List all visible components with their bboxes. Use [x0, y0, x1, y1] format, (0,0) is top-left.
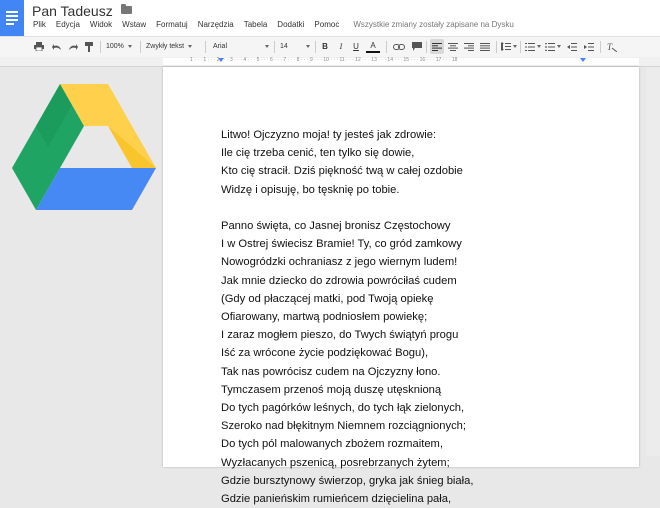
text-line[interactable]: Wyzłacanych pszenicą, posrebrzanych żyte… — [221, 454, 473, 472]
clear-formatting-icon[interactable]: T — [605, 39, 619, 54]
menu-file[interactable]: Plik — [33, 20, 46, 29]
ruler-numbers: 1 · · · 1 · · · 2 · · · 3 · · · 4 · · · … — [190, 57, 458, 63]
align-right-icon[interactable] — [462, 39, 476, 54]
text-color-label: A — [370, 40, 376, 50]
document-title[interactable]: Pan Tadeusz — [32, 3, 113, 19]
style-select[interactable]: Zwykły tekst — [146, 39, 198, 54]
menu-format[interactable]: Formatuj — [156, 20, 188, 29]
menu-addons[interactable]: Dodatki — [277, 20, 304, 29]
right-indent-marker[interactable] — [580, 58, 586, 62]
align-center-icon[interactable] — [446, 39, 460, 54]
menu-insert[interactable]: Wstaw — [122, 20, 146, 29]
increase-indent-icon[interactable] — [582, 39, 596, 54]
text-line[interactable]: Do tych pól malowanych zbożem rozmaitem, — [221, 435, 473, 453]
text-line[interactable]: Ile cię trzeba cenić, ten tylko się dowi… — [221, 144, 473, 162]
decrease-indent-icon[interactable] — [565, 39, 579, 54]
text-line[interactable]: Iść za wrócone życie podziękować Bogu), — [221, 344, 473, 362]
paint-format-icon[interactable] — [82, 39, 96, 54]
underline-button[interactable]: U — [351, 39, 361, 54]
italic-button[interactable]: I — [336, 39, 346, 54]
text-line[interactable]: Jak mnie dziecko do zdrowia powróciłaś c… — [221, 272, 473, 290]
font-select[interactable]: Arial — [213, 39, 269, 54]
redo-icon[interactable] — [66, 39, 80, 54]
style-value: Zwykły tekst — [146, 43, 185, 50]
text-line[interactable]: Szeroko nad błękitnym Niemnem rozciągnio… — [221, 417, 473, 435]
bold-button[interactable]: B — [320, 39, 330, 54]
text-line[interactable]: Litwo! Ojczyzno moja! ty jesteś jak zdro… — [221, 126, 473, 144]
svg-text:T: T — [607, 42, 613, 52]
text-line[interactable]: I w Ostrej świecisz Bramie! Ty, co gród … — [221, 235, 473, 253]
folder-icon[interactable] — [121, 4, 132, 14]
text-line[interactable]: Gdzie bursztynowy świerzop, gryka jak śn… — [221, 472, 473, 490]
zoom-select[interactable]: 100% — [106, 39, 136, 54]
font-size-select[interactable]: 14 — [280, 39, 310, 54]
print-icon[interactable] — [32, 39, 46, 54]
menu-help[interactable]: Pomoc — [314, 20, 339, 29]
align-justify-icon[interactable] — [478, 39, 492, 54]
comment-icon[interactable] — [410, 39, 424, 54]
document-body[interactable]: Litwo! Ojczyzno moja! ty jesteś jak zdro… — [221, 126, 473, 508]
text-line[interactable]: Kto cię stracił. Dziś piękność twą w cał… — [221, 162, 473, 180]
align-left-icon[interactable] — [430, 39, 444, 54]
text-line[interactable]: Tak nas powrócisz cudem na Ojczyzny łono… — [221, 363, 473, 381]
link-icon[interactable] — [392, 39, 406, 54]
blank-line[interactable] — [221, 199, 473, 217]
numbered-list-icon[interactable] — [524, 39, 542, 54]
zoom-value: 100% — [106, 43, 124, 50]
text-line[interactable]: Nowogródzki ochraniasz z jego wiernym lu… — [221, 253, 473, 271]
scrollbar-track[interactable] — [646, 67, 660, 456]
menu-bar: Plik Edycja Widok Wstaw Formatuj Narzędz… — [33, 20, 514, 29]
line-spacing-icon[interactable] — [500, 39, 518, 54]
bulleted-list-icon[interactable] — [544, 39, 562, 54]
ruler: 1 · · · 1 · · · 2 · · · 3 · · · 4 · · · … — [0, 57, 660, 67]
menu-view[interactable]: Widok — [90, 20, 112, 29]
menu-table[interactable]: Tabela — [244, 20, 268, 29]
text-line[interactable]: Panno święta, co Jasnej bronisz Częstoch… — [221, 217, 473, 235]
text-line[interactable]: Do tych pagórków leśnych, do tych łąk zi… — [221, 399, 473, 417]
title-bar: Pan Tadeusz Plik Edycja Widok Wstaw Form… — [0, 0, 660, 36]
text-line[interactable]: Widzę i opisuję, bo tęsknię po tobie. — [221, 181, 473, 199]
document-page[interactable]: Litwo! Ojczyzno moja! ty jesteś jak zdro… — [163, 67, 639, 505]
text-line[interactable]: I zaraz mogłem pieszo, do Twych świątyń … — [221, 326, 473, 344]
font-size-value: 14 — [280, 43, 288, 50]
text-line[interactable]: Tymczasem przenoś moją duszę utęsknioną — [221, 381, 473, 399]
undo-icon[interactable] — [50, 39, 64, 54]
text-line[interactable]: (Gdy od płaczącej matki, pod Twoją opiek… — [221, 290, 473, 308]
text-line[interactable]: Gdzie panieńskim rumieńcem dzięcielina p… — [221, 490, 473, 508]
save-status[interactable]: Wszystkie zmiany zostały zapisane na Dys… — [353, 20, 514, 29]
text-line[interactable]: Ofiarowany, martwą podniosłem powiekę; — [221, 308, 473, 326]
toolbar: 100% Zwykły tekst Arial 14 B I U A T — [0, 36, 660, 58]
text-color-button[interactable]: A — [366, 39, 380, 53]
font-value: Arial — [213, 43, 228, 50]
menu-edit[interactable]: Edycja — [56, 20, 80, 29]
google-drive-logo — [12, 84, 156, 210]
docs-logo-icon[interactable] — [0, 0, 24, 36]
left-indent-marker[interactable] — [218, 58, 224, 62]
menu-tools[interactable]: Narzędzia — [198, 20, 234, 29]
